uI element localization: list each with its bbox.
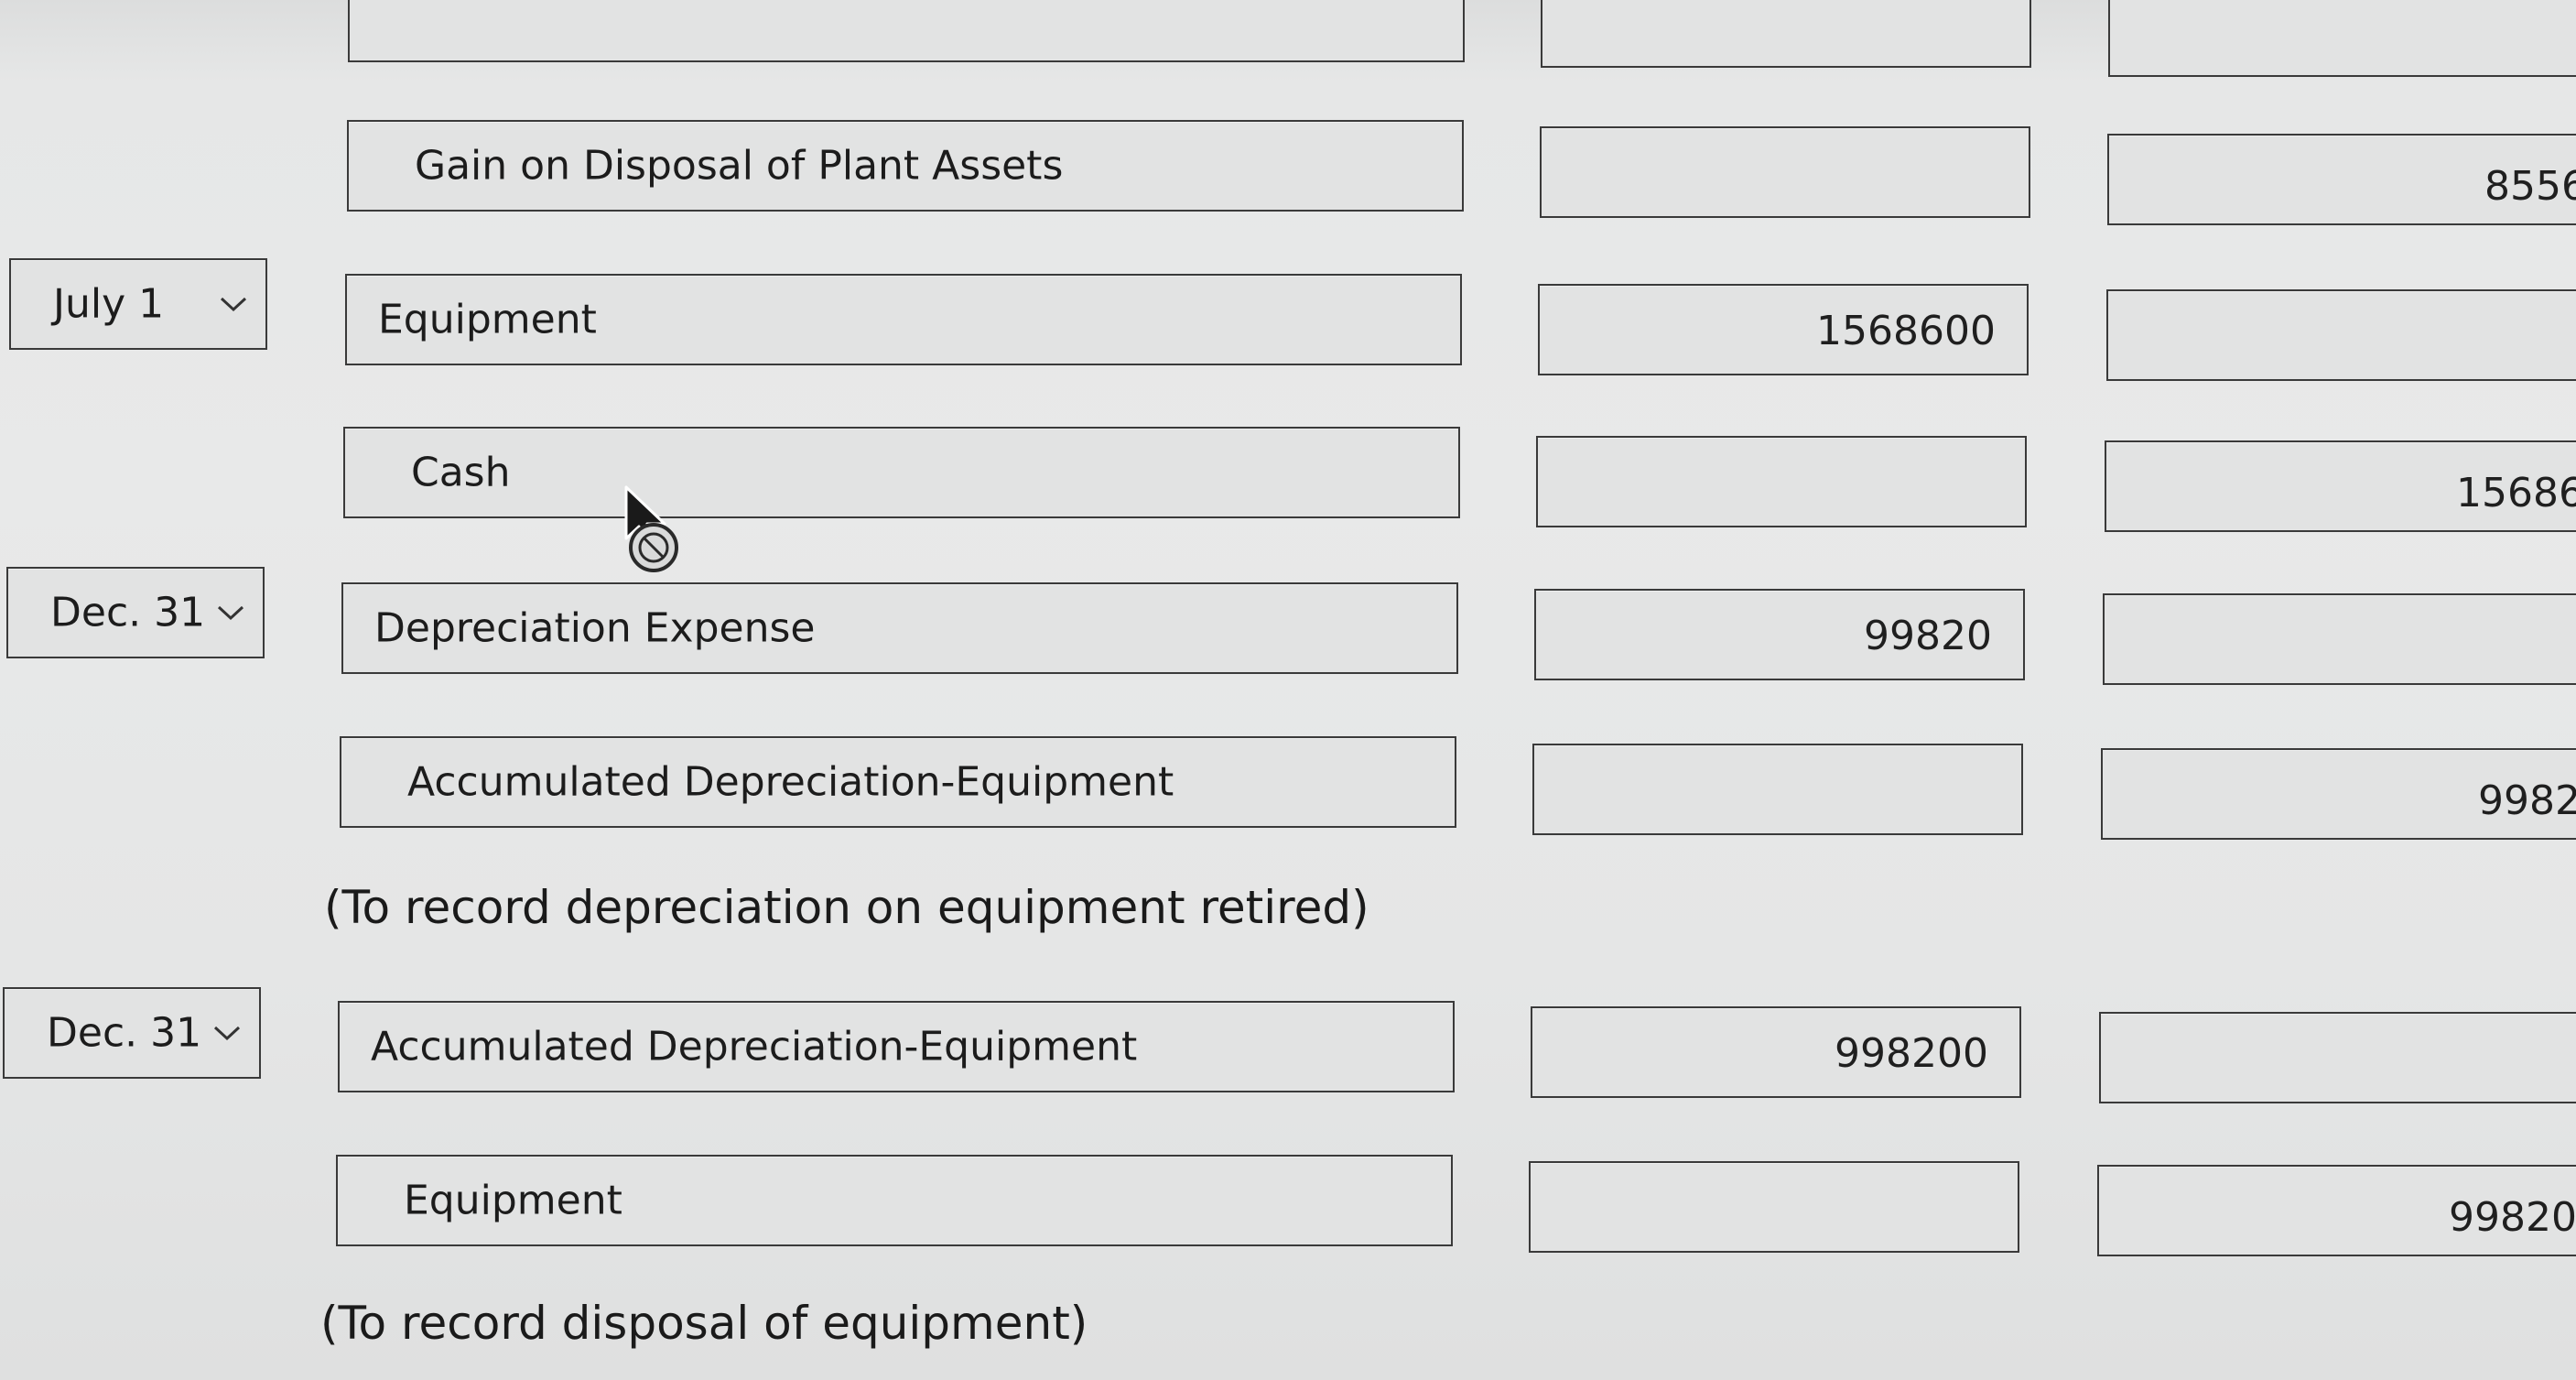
account-label: Accumulated Depreciation-Equipment <box>407 758 1174 806</box>
credit-field-partial[interactable] <box>2108 0 2576 77</box>
account-field-cash[interactable]: Cash <box>343 427 1460 518</box>
debit-field-depreciation-expense[interactable]: 99820 <box>1534 589 2025 680</box>
debit-amount: 1568600 <box>1816 308 1996 354</box>
date-value: July 1 <box>53 280 165 328</box>
credit-amount: 99820 <box>2478 777 2576 824</box>
credit-field-accumulated-depreciation-debit[interactable] <box>2099 1012 2576 1103</box>
debit-field-cash[interactable] <box>1536 436 2027 527</box>
account-label: Accumulated Depreciation-Equipment <box>371 1023 1138 1070</box>
chevron-down-icon <box>220 297 247 312</box>
debit-field-equipment[interactable]: 1568600 <box>1538 284 2029 375</box>
credit-field-accumulated-depreciation-credit[interactable]: 99820 <box>2101 748 2576 840</box>
account-label: Equipment <box>378 296 597 343</box>
debit-field-accumulated-depreciation-credit[interactable] <box>1532 744 2023 835</box>
debit-amount: 99820 <box>1864 613 1992 659</box>
credit-field-cash[interactable]: 156860 <box>2105 440 2576 532</box>
debit-field-equipment-credit[interactable] <box>1529 1161 2019 1253</box>
account-label: Equipment <box>404 1177 622 1224</box>
account-label: Cash <box>411 449 511 496</box>
chevron-down-icon <box>217 605 244 621</box>
date-dropdown-dec-31-depreciation[interactable]: Dec. 31 <box>6 567 265 658</box>
credit-field-gain-on-disposal[interactable]: 85560 <box>2107 134 2576 225</box>
account-field-accumulated-depreciation-credit[interactable]: Accumulated Depreciation-Equipment <box>340 736 1456 828</box>
account-field-gain-on-disposal[interactable]: Gain on Disposal of Plant Assets <box>347 120 1464 212</box>
journal-entry-sheet: Gain on Disposal of Plant Assets 85560 J… <box>0 0 2576 1380</box>
not-allowed-cursor-icon <box>624 485 678 572</box>
credit-field-depreciation-expense[interactable] <box>2103 593 2576 685</box>
chevron-down-icon <box>213 1026 241 1041</box>
credit-amount: 85560 <box>2484 163 2576 210</box>
entry-note-disposal: (To record disposal of equipment) <box>320 1297 1088 1350</box>
account-field-accumulated-depreciation-debit[interactable]: Accumulated Depreciation-Equipment <box>338 1001 1455 1092</box>
date-value: Dec. 31 <box>50 589 206 636</box>
entry-note-depreciation: (To record depreciation on equipment ret… <box>324 881 1369 934</box>
date-dropdown-dec-31-disposal[interactable]: Dec. 31 <box>3 987 261 1079</box>
account-field-equipment[interactable]: Equipment <box>345 274 1462 365</box>
credit-field-equipment[interactable] <box>2106 289 2576 381</box>
debit-field-gain-on-disposal[interactable] <box>1540 126 2030 218</box>
account-field-depreciation-expense[interactable]: Depreciation Expense <box>341 582 1458 674</box>
debit-field-accumulated-depreciation-debit[interactable]: 998200 <box>1531 1006 2021 1098</box>
date-dropdown-july-1[interactable]: July 1 <box>9 258 267 350</box>
account-label: Gain on Disposal of Plant Assets <box>415 142 1064 190</box>
credit-field-equipment-credit[interactable]: 998200 <box>2097 1165 2576 1256</box>
account-label: Depreciation Expense <box>374 604 816 652</box>
date-value: Dec. 31 <box>47 1009 202 1057</box>
account-field-equipment-credit[interactable]: Equipment <box>336 1155 1453 1246</box>
credit-amount: 156860 <box>2456 470 2576 516</box>
account-field-partial[interactable] <box>348 0 1465 62</box>
credit-amount: 998200 <box>2449 1194 2576 1241</box>
debit-amount: 998200 <box>1835 1030 1988 1077</box>
debit-field-partial[interactable] <box>1541 0 2031 68</box>
